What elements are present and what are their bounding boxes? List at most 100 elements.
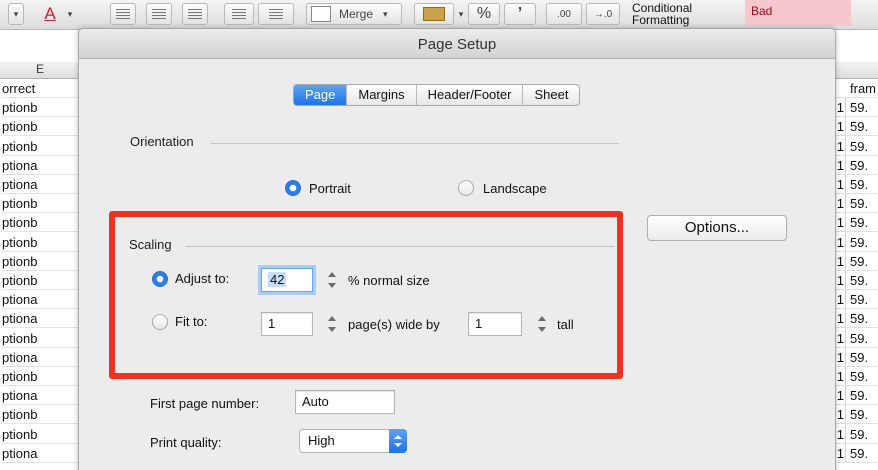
right-value: 59. [850, 234, 869, 250]
right-prefix: 1 [836, 290, 846, 309]
sheet-cell-right[interactable]: 1 59. [836, 424, 878, 444]
sheet-cell-right[interactable]: 1 59. [836, 213, 878, 233]
sheet-cell-left[interactable]: ptionb [2, 117, 80, 137]
comma-icon: ’ [517, 5, 523, 22]
sheet-cell-left[interactable]: ptionb [2, 367, 80, 386]
tab-sheet[interactable]: Sheet [523, 85, 579, 105]
sheet-cell-left[interactable]: ptionb [2, 213, 80, 233]
options-button[interactable]: Options... [647, 215, 787, 241]
sheet-cell-left[interactable]: ptionb [2, 425, 80, 444]
right-value: 59. [850, 330, 869, 346]
right-prefix: 1 [836, 251, 846, 270]
sheet-cell-left[interactable]: ptionb [2, 329, 80, 348]
font-size-dropdown[interactable]: ▾ [8, 3, 24, 25]
sheet-cell-left[interactable]: ptiona [2, 309, 80, 329]
sheet-cell-left[interactable]: ptiona [2, 444, 80, 463]
sheet-cell-left[interactable]: ptiona [2, 348, 80, 367]
first-page-number-input[interactable]: Auto [295, 390, 395, 414]
align-center-icon [152, 9, 166, 19]
sheet-cell-left[interactable]: ptiona [2, 156, 80, 175]
right-prefix: 1 [836, 98, 846, 117]
right-value: 59. [850, 426, 869, 442]
sheet-cell-right[interactable]: 1 59. [836, 98, 878, 118]
right-value: 59. [850, 253, 869, 269]
decrease-decimal-icon: →.0 [593, 8, 613, 20]
conditional-formatting-label-2: Formatting [632, 13, 690, 27]
sheet-cell-right[interactable]: 1 59. [836, 175, 878, 194]
sheet-cell-left[interactable]: ptionb [2, 194, 80, 214]
sheet-cell-right[interactable]: 1 59. [836, 443, 878, 463]
decrease-indent-button[interactable] [224, 3, 254, 25]
merge-button[interactable]: Merge ▾ [306, 3, 402, 25]
right-prefix: 1 [836, 443, 846, 462]
right-prefix: 1 [836, 347, 846, 366]
sheet-cell-left[interactable]: ptiona [2, 175, 80, 194]
sheet-cell-right[interactable]: 1 59. [836, 136, 878, 156]
font-color-button[interactable]: A [38, 3, 62, 25]
column-header-e[interactable]: E [0, 62, 80, 79]
print-quality-select[interactable]: High [299, 429, 407, 453]
sheet-cell-right[interactable]: 1 59. [836, 367, 878, 386]
sheet-cell-right[interactable]: 1 59. [836, 328, 878, 348]
sheet-cell-right[interactable]: 1 59. [836, 290, 878, 310]
percent-style-button[interactable]: % [468, 3, 500, 25]
conditional-formatting-button[interactable]: Conditional Formatting [632, 2, 692, 26]
font-color-dropdown[interactable]: ▾ [64, 3, 76, 25]
sheet-cell-left[interactable]: ptiona [2, 290, 80, 310]
right-prefix: 1 [836, 405, 846, 424]
sheet-cell-left[interactable]: orrect [2, 79, 80, 98]
sheet-cell-left[interactable]: ptiona [2, 386, 80, 406]
sheet-cell-right[interactable]: 1 59. [836, 271, 878, 290]
sheet-cell-left[interactable]: ptionb [2, 233, 80, 252]
tab-header-footer[interactable]: Header/Footer [417, 85, 524, 105]
tab-page[interactable]: Page [294, 85, 348, 105]
sheet-cell-right[interactable]: 1 59. [836, 117, 878, 137]
right-value: 59. [850, 349, 869, 365]
cell-style-bad[interactable]: Bad [745, 0, 851, 26]
print-quality-label: Print quality: [150, 435, 222, 450]
sheet-cell-right[interactable]: 1 59. [836, 347, 878, 367]
comma-style-button[interactable]: ’ [504, 3, 536, 25]
sheet-cell-left[interactable]: ptionb [2, 405, 80, 425]
sheet-cell-left[interactable]: ptionb [2, 98, 80, 118]
sheet-cell-right[interactable]: 1 59. [836, 155, 878, 175]
merge-icon [311, 6, 331, 22]
sheet-cell-right[interactable]: 1 59. [836, 386, 878, 406]
ribbon-toolbar: ▾ A ▾ Merge ▾ ▾ % ’ .00 →.0 Conditional … [0, 0, 878, 30]
sheet-cell-right[interactable]: 1 59. [836, 251, 878, 271]
sheet-cell-right[interactable]: 1 59. [836, 309, 878, 329]
sheet-cell-right[interactable]: 1 59. [836, 405, 878, 425]
right-value: 59. [850, 388, 869, 404]
align-center-button[interactable] [146, 3, 172, 25]
sheet-cell-right[interactable]: 1 59. [836, 194, 878, 214]
landscape-radio[interactable] [458, 180, 474, 196]
portrait-radio[interactable] [285, 180, 301, 196]
decrease-decimal-button[interactable]: →.0 [586, 3, 620, 25]
right-value: 59. [850, 407, 869, 423]
increase-indent-button[interactable] [258, 3, 294, 25]
print-quality-value: High [308, 433, 335, 448]
sheet-cell-right[interactable]: fram [836, 79, 878, 98]
align-left-button[interactable] [110, 3, 136, 25]
increase-decimal-button[interactable]: .00 [546, 3, 582, 25]
right-prefix: 1 [836, 367, 846, 385]
orientation-divider [211, 143, 619, 144]
sheet-cell-right[interactable]: 1 59. [836, 232, 878, 252]
column-header-right[interactable] [836, 62, 878, 79]
align-left-icon [116, 9, 130, 19]
number-format-dropdown[interactable]: ▾ [454, 3, 468, 25]
sheet-cell-left[interactable]: ptionb [2, 252, 80, 271]
right-value: 59. [850, 138, 869, 154]
increase-indent-icon [269, 9, 283, 19]
number-format-button[interactable] [414, 3, 454, 25]
align-right-button[interactable] [182, 3, 208, 25]
sheet-cell-left[interactable]: ptionb [2, 137, 80, 156]
merge-label: Merge [339, 7, 374, 21]
increase-decimal-icon: .00 [557, 8, 571, 20]
right-value: 59. [850, 196, 869, 212]
tab-margins[interactable]: Margins [347, 85, 417, 105]
right-prefix: 1 [836, 175, 846, 193]
right-value: 59. [850, 445, 869, 461]
sheet-cell-left[interactable]: ptionb [2, 271, 80, 290]
orientation-title: Orientation [130, 134, 194, 149]
